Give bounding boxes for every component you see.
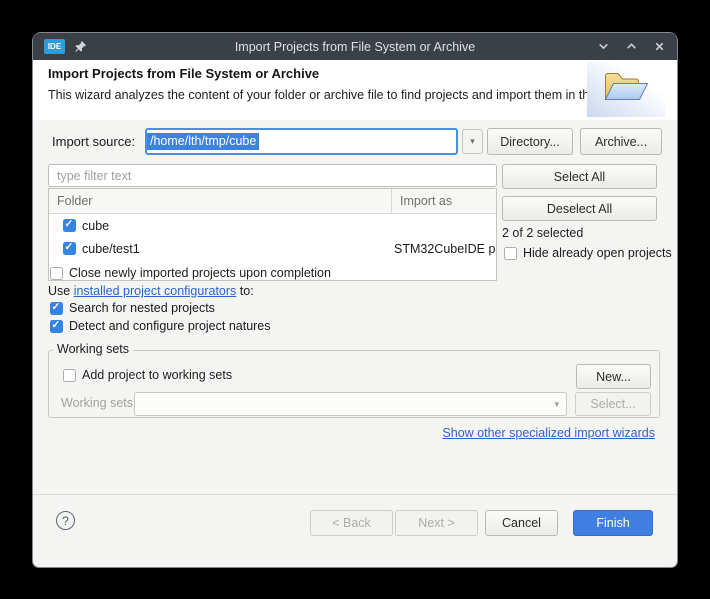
close-imported-label: Close newly imported projects upon compl…	[69, 266, 331, 280]
row-checkbox[interactable]	[63, 219, 76, 232]
import-source-label: Import source:	[52, 134, 135, 149]
banner-icon-tile	[587, 62, 665, 117]
maximize-button[interactable]	[625, 40, 638, 53]
working-sets-group: Working sets Add project to working sets…	[48, 350, 660, 418]
folder-cell: cube	[82, 219, 109, 233]
use-suffix: to:	[236, 284, 253, 298]
filter-input[interactable]	[48, 164, 497, 187]
select-all-button[interactable]: Select All	[502, 164, 657, 189]
new-working-set-button[interactable]: New...	[576, 364, 651, 389]
import-source-combo[interactable]: /home/lth/tmp/cube	[145, 128, 458, 155]
table-row[interactable]: cube/test1 STM32CubeIDE proj	[49, 237, 496, 260]
add-working-sets-label: Add project to working sets	[82, 368, 232, 382]
close-button[interactable]	[653, 40, 666, 53]
back-button[interactable]: < Back	[310, 510, 393, 536]
deselect-all-button[interactable]: Deselect All	[502, 196, 657, 221]
minimize-button[interactable]	[597, 40, 610, 53]
hide-open-projects-checkbox[interactable]	[504, 247, 517, 260]
hide-open-projects-label: Hide already open projects	[523, 246, 672, 260]
window-controls	[597, 40, 666, 53]
import-as-cell: STM32CubeIDE proj	[392, 242, 496, 256]
table-header[interactable]: Folder Import as	[49, 189, 496, 214]
import-source-dropdown-button[interactable]: ▾	[462, 129, 483, 154]
project-natures-label: Detect and configure project natures	[69, 319, 271, 333]
row-checkbox[interactable]	[63, 242, 76, 255]
nested-projects-checkbox[interactable]	[50, 302, 63, 315]
wizard-banner: Import Projects from File System or Arch…	[33, 60, 677, 120]
add-working-sets-checkbox[interactable]	[63, 369, 76, 382]
close-imported-checkbox[interactable]	[50, 267, 63, 280]
working-sets-combo-label: Working sets:	[61, 396, 137, 410]
import-source-value: /home/lth/tmp/cube	[147, 133, 259, 150]
project-natures-row[interactable]: Detect and configure project natures	[50, 319, 271, 333]
open-folder-icon	[602, 68, 650, 111]
hide-open-projects-row[interactable]: Hide already open projects	[504, 246, 672, 260]
use-prefix: Use	[48, 284, 74, 298]
archive-button[interactable]: Archive...	[580, 128, 662, 155]
column-header-folder[interactable]: Folder	[49, 189, 392, 213]
nested-projects-label: Search for nested projects	[69, 301, 215, 315]
import-projects-dialog: IDE Import Projects from File System or …	[33, 33, 677, 567]
finish-button[interactable]: Finish	[573, 510, 653, 536]
page-description: This wizard analyzes the content of your…	[48, 88, 624, 102]
other-wizards-link[interactable]: Show other specialized import wizards	[442, 426, 655, 440]
close-imported-row[interactable]: Close newly imported projects upon compl…	[50, 266, 331, 280]
add-working-sets-row[interactable]: Add project to working sets	[63, 368, 232, 382]
select-working-set-button[interactable]: Select...	[575, 392, 651, 416]
folder-cell: cube/test1	[82, 242, 140, 256]
table-row[interactable]: cube	[49, 214, 496, 237]
configurators-link[interactable]: installed project configurators	[74, 284, 237, 298]
column-header-import-as[interactable]: Import as	[392, 189, 496, 213]
page-title: Import Projects from File System or Arch…	[48, 66, 319, 81]
working-sets-group-title: Working sets	[53, 342, 133, 356]
working-sets-combo[interactable]: ▾	[134, 392, 567, 416]
nested-projects-row[interactable]: Search for nested projects	[50, 301, 215, 315]
pin-icon[interactable]	[74, 40, 87, 53]
cancel-button[interactable]: Cancel	[485, 510, 558, 536]
directory-button[interactable]: Directory...	[487, 128, 573, 155]
window-title: Import Projects from File System or Arch…	[235, 40, 475, 54]
next-button[interactable]: Next >	[395, 510, 478, 536]
chevron-down-icon: ▾	[470, 137, 475, 146]
selection-status: 2 of 2 selected	[502, 226, 583, 240]
help-button[interactable]: ?	[56, 511, 75, 530]
configurators-line: Use installed project configurators to:	[48, 284, 254, 298]
app-icon: IDE	[44, 39, 65, 54]
titlebar[interactable]: IDE Import Projects from File System or …	[33, 33, 677, 60]
project-natures-checkbox[interactable]	[50, 320, 63, 333]
footer-divider	[33, 494, 677, 495]
chevron-down-icon: ▾	[554, 400, 559, 409]
